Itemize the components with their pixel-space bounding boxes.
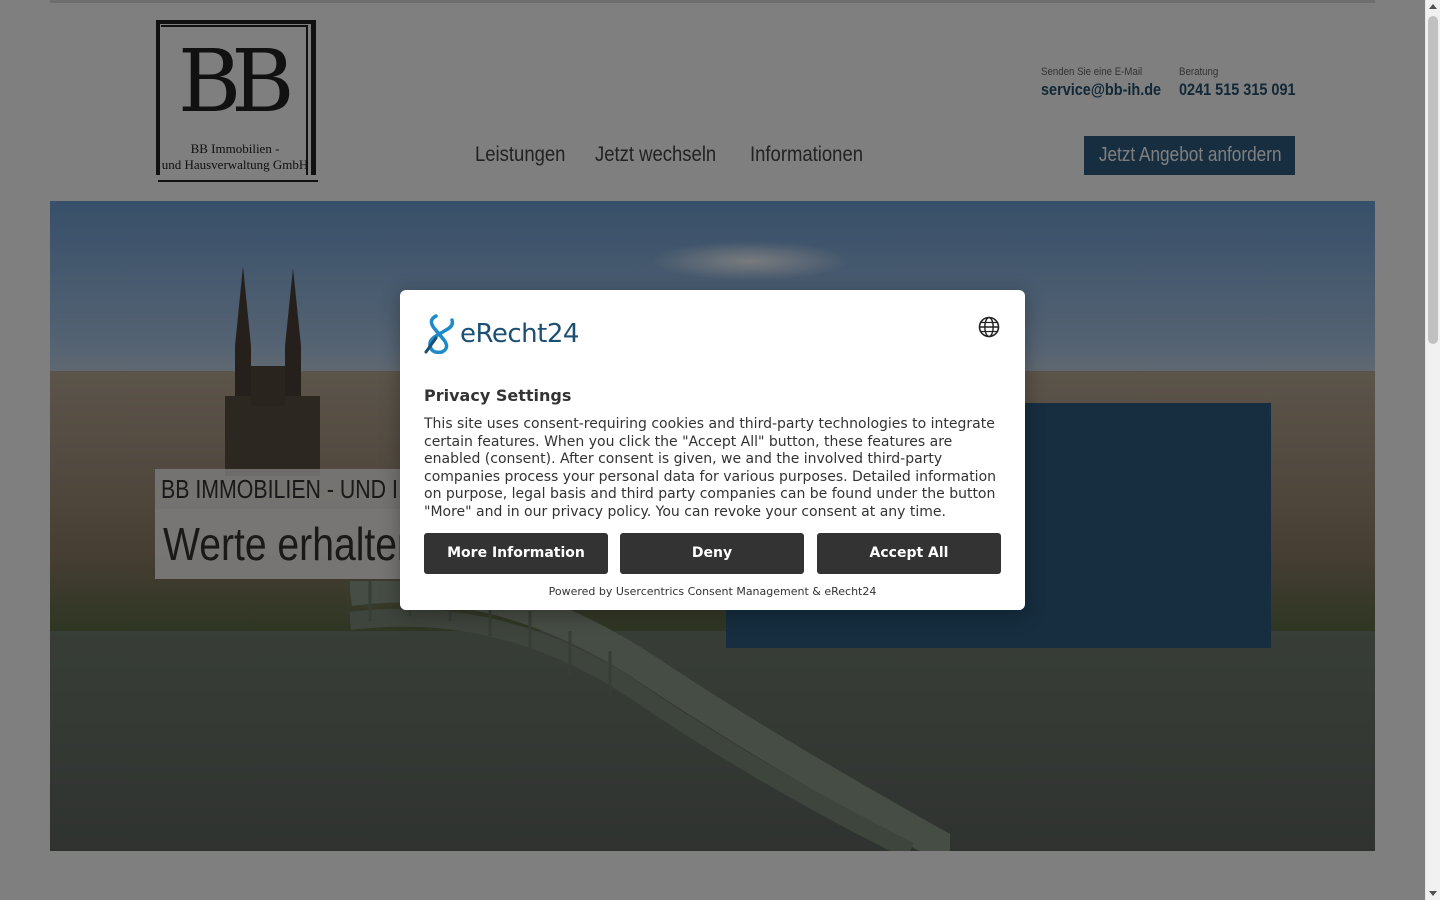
- privacy-settings-dialog: eRecht24 Privacy Settings This site uses…: [400, 290, 1025, 610]
- scroll-up-arrow-icon[interactable]: [1429, 4, 1437, 9]
- scroll-down-arrow-icon[interactable]: [1429, 891, 1437, 896]
- accept-all-button[interactable]: Accept All: [817, 533, 1001, 574]
- erecht24-logo: eRecht24: [424, 314, 579, 354]
- powered-by-link[interactable]: Powered by Usercentrics Consent Manageme…: [400, 585, 1025, 598]
- erecht24-mark-icon: [424, 314, 455, 354]
- dialog-title: Privacy Settings: [424, 386, 572, 405]
- more-information-button[interactable]: More Information: [424, 533, 608, 574]
- page-scrollbar[interactable]: [1425, 0, 1440, 900]
- dialog-body-text: This site uses consent-requiring cookies…: [424, 416, 997, 520]
- scroll-thumb[interactable]: [1428, 16, 1438, 344]
- erecht24-wordmark: eRecht24: [460, 319, 579, 349]
- deny-button[interactable]: Deny: [620, 533, 804, 574]
- globe-icon[interactable]: [978, 316, 1000, 338]
